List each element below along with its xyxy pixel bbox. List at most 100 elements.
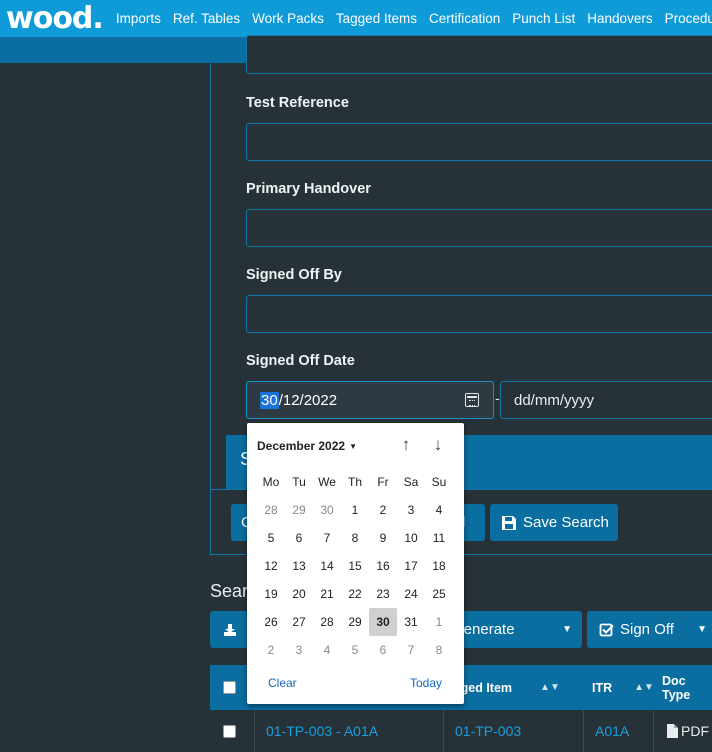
signed-off-date-from-input[interactable]: 30/12/2022 (246, 381, 494, 419)
signed-off-by-label: Signed Off By (246, 267, 342, 283)
column-divider (583, 710, 584, 752)
nav-certification[interactable]: Certification (429, 11, 500, 26)
calendar-day[interactable]: 29 (341, 608, 369, 636)
calendar-day[interactable]: 21 (313, 580, 341, 608)
doc-type-label: PDF (681, 723, 709, 739)
calendar-day[interactable]: 31 (397, 608, 425, 636)
calendar-day[interactable]: 19 (257, 580, 285, 608)
save-search-button[interactable]: Save Search (490, 504, 618, 541)
calendar-day[interactable]: 6 (369, 636, 397, 664)
select-all-checkbox[interactable] (223, 681, 236, 694)
calendar-day[interactable]: 30 (313, 496, 341, 524)
itr-link[interactable]: A01A (595, 723, 629, 739)
column-divider (254, 710, 255, 752)
signed-off-date-label: Signed Off Date (246, 353, 355, 369)
calendar-day[interactable]: 2 (257, 636, 285, 664)
signed-off-date-to-input[interactable]: dd/mm/yyyy (500, 381, 712, 419)
month-selector[interactable]: December 2022 ▼ (257, 439, 357, 453)
nav-imports[interactable]: Imports (116, 11, 161, 26)
results-title: Sear (210, 581, 249, 601)
calendar-day-selected[interactable]: 30 (369, 608, 397, 636)
calendar-day[interactable]: 12 (257, 552, 285, 580)
calendar-day[interactable]: 6 (285, 524, 313, 552)
calendar-day[interactable]: 29 (285, 496, 313, 524)
calendar-day[interactable]: 3 (397, 496, 425, 524)
date-rest: /12/2022 (278, 391, 338, 409)
nav-procedures[interactable]: Procedures (665, 11, 712, 26)
calendar-day[interactable]: 7 (397, 636, 425, 664)
row-checkbox[interactable] (223, 724, 236, 738)
generate-dropdown-caret-icon[interactable]: ▼ (562, 624, 572, 635)
week-row: 28 29 30 1 2 3 4 (257, 496, 453, 524)
calendar-day[interactable]: 9 (369, 524, 397, 552)
calendar-day[interactable]: 8 (425, 636, 453, 664)
week-row: 26 27 28 29 30 31 1 (257, 608, 453, 636)
today-button[interactable]: Today (410, 676, 442, 690)
calendar-day[interactable]: 25 (425, 580, 453, 608)
wood-logo[interactable]: wood. (6, 0, 104, 37)
calendar-day[interactable]: 13 (285, 552, 313, 580)
calendar-day[interactable]: 5 (257, 524, 285, 552)
calendar-grid: Mo Tu We Th Fr Sa Su 28 29 30 1 2 3 4 5 … (257, 468, 453, 664)
test-pack-link[interactable]: 01-TP-003 - A01A (266, 723, 378, 739)
sign-off-button[interactable]: Sign Off ▼ (587, 611, 712, 648)
nav-ref-tables[interactable]: Ref. Tables (173, 11, 240, 26)
calendar-icon[interactable] (465, 393, 479, 407)
weekday-label: Su (431, 475, 447, 489)
caret-down-icon: ▼ (349, 442, 357, 451)
sign-off-dropdown-caret-icon[interactable]: ▼ (697, 624, 707, 635)
calendar-day[interactable]: 1 (425, 608, 453, 636)
calendar-day[interactable]: 23 (369, 580, 397, 608)
month-label: December 2022 (257, 439, 346, 453)
signed-off-by-input[interactable] (246, 295, 712, 333)
nav-punch-list[interactable]: Punch List (512, 11, 575, 26)
next-month-arrow-icon[interactable]: ↓ (429, 435, 447, 455)
calendar-day[interactable]: 27 (285, 608, 313, 636)
previous-month-arrow-icon[interactable]: ↑ (397, 435, 415, 455)
nav-tagged-items[interactable]: Tagged Items (336, 11, 417, 26)
calendar-day[interactable]: 28 (313, 608, 341, 636)
sort-icon[interactable]: ▲▼ (540, 682, 560, 693)
calendar-day[interactable]: 17 (397, 552, 425, 580)
weekday-header-row: Mo Tu We Th Fr Sa Su (257, 468, 453, 496)
tagged-item-cell: 01-TP-003 (455, 710, 521, 752)
calendar-day[interactable]: 14 (313, 552, 341, 580)
primary-handover-input[interactable] (246, 209, 712, 247)
previous-field-input[interactable] (246, 35, 712, 74)
calendar-day[interactable]: 22 (341, 580, 369, 608)
calendar-day[interactable]: 24 (397, 580, 425, 608)
doc-type-cell[interactable]: PDF (667, 710, 709, 752)
tagged-item-link[interactable]: 01-TP-003 (455, 723, 521, 739)
sort-icon[interactable]: ▲▼ (634, 682, 654, 693)
nav-handovers[interactable]: Handovers (587, 11, 652, 26)
test-reference-input[interactable] (246, 123, 712, 161)
col-doc-type[interactable]: Doc Type (662, 665, 712, 710)
calendar-day[interactable]: 1 (341, 496, 369, 524)
calendar-day[interactable]: 28 (257, 496, 285, 524)
nav-work-packs[interactable]: Work Packs (252, 11, 324, 26)
calendar-day[interactable]: 16 (369, 552, 397, 580)
weekday-label: Fr (377, 475, 389, 489)
calendar-day[interactable]: 8 (341, 524, 369, 552)
date-day-selection: 30 (260, 391, 279, 409)
save-icon (502, 515, 516, 530)
calendar-day[interactable]: 11 (425, 524, 453, 552)
calendar-day[interactable]: 15 (341, 552, 369, 580)
export-button[interactable] (210, 611, 250, 648)
calendar-day[interactable]: 4 (425, 496, 453, 524)
calendar-day[interactable]: 3 (285, 636, 313, 664)
table-row[interactable]: 01-TP-003 - A01A 01-TP-003 A01A PDF (210, 710, 712, 752)
calendar-day[interactable]: 18 (425, 552, 453, 580)
calendar-day[interactable]: 5 (341, 636, 369, 664)
calendar-day[interactable]: 20 (285, 580, 313, 608)
file-icon (667, 724, 678, 738)
calendar-day[interactable]: 10 (397, 524, 425, 552)
calendar-day[interactable]: 26 (257, 608, 285, 636)
itr-cell: A01A (595, 710, 629, 752)
calendar-day[interactable]: 7 (313, 524, 341, 552)
col-tagged-item[interactable]: gged Item ▲▼ (453, 665, 560, 710)
calendar-day[interactable]: 2 (369, 496, 397, 524)
col-itr[interactable]: ITR ▲▼ (592, 665, 654, 710)
clear-date-button[interactable]: Clear (268, 676, 297, 690)
calendar-day[interactable]: 4 (313, 636, 341, 664)
